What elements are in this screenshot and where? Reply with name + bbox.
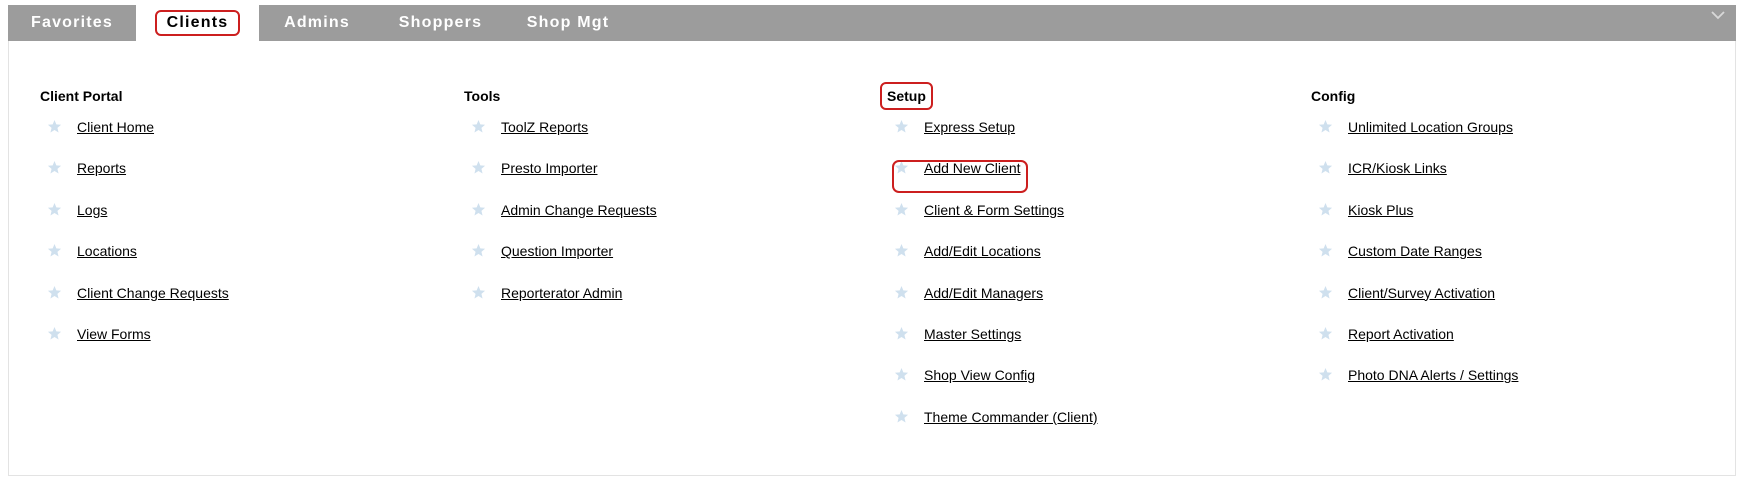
star-icon[interactable]	[894, 160, 909, 175]
menu-link[interactable]: Reporterator Admin	[501, 285, 622, 301]
menu-link[interactable]: Theme Commander (Client)	[924, 409, 1098, 425]
column-setup: Setup Express Setup Add New Client Client …	[880, 82, 1098, 425]
star-icon[interactable]	[1318, 285, 1333, 300]
menu-link[interactable]: Client Change Requests	[77, 285, 229, 301]
star-icon[interactable]	[47, 285, 62, 300]
menu-link[interactable]: Unlimited Location Groups	[1348, 119, 1513, 135]
column-heading: Setup	[880, 82, 933, 110]
star-icon[interactable]	[47, 119, 62, 134]
star-icon[interactable]	[1318, 160, 1333, 175]
menu-link[interactable]: View Forms	[77, 326, 151, 342]
star-icon[interactable]	[47, 243, 62, 258]
chevron-down-icon[interactable]	[1708, 7, 1728, 23]
star-icon[interactable]	[471, 119, 486, 134]
menu-link[interactable]: Presto Importer	[501, 160, 597, 176]
menu-link[interactable]: Shop View Config	[924, 367, 1035, 383]
main-tab-bar: Favorites Clients Admins Shoppers Shop M…	[8, 5, 1736, 41]
tab-shoppers[interactable]: Shoppers	[375, 5, 506, 41]
star-icon[interactable]	[47, 326, 62, 341]
menu-panel	[8, 5, 1736, 476]
star-icon[interactable]	[894, 409, 909, 424]
tab-label: Clients	[154, 10, 241, 36]
column-client-portal: Client Portal Client Home Reports Logs Loca…	[40, 85, 229, 342]
menu-link[interactable]: Locations	[77, 243, 137, 259]
menu-link[interactable]: Add/Edit Locations	[924, 243, 1041, 259]
column-heading: Config	[1311, 88, 1356, 104]
menu-link[interactable]: Express Setup	[924, 119, 1015, 135]
star-icon[interactable]	[471, 285, 486, 300]
menu-link[interactable]: ICR/Kiosk Links	[1348, 160, 1447, 176]
star-icon[interactable]	[1318, 367, 1333, 382]
menu-link[interactable]: ToolZ Reports	[501, 119, 588, 135]
menu-link[interactable]: Admin Change Requests	[501, 202, 657, 218]
tab-shop-mgt[interactable]: Shop Mgt	[506, 5, 630, 41]
menu-link[interactable]: Master Settings	[924, 326, 1021, 342]
menu-link[interactable]: Reports	[77, 160, 126, 176]
column-config: Config Unlimited Location Groups ICR/Kios…	[1311, 85, 1518, 383]
column-tools: Tools ToolZ Reports Presto Importer Admin …	[464, 85, 657, 301]
menu-link[interactable]: Client/Survey Activation	[1348, 285, 1495, 301]
column-heading: Tools	[464, 88, 501, 104]
star-icon[interactable]	[894, 326, 909, 341]
star-icon[interactable]	[1318, 202, 1333, 217]
tab-label: Shoppers	[398, 14, 483, 31]
star-icon[interactable]	[894, 202, 909, 217]
star-icon[interactable]	[894, 285, 909, 300]
menu-link[interactable]: Custom Date Ranges	[1348, 243, 1482, 259]
star-icon[interactable]	[1318, 243, 1333, 258]
star-icon[interactable]	[1318, 119, 1333, 134]
menu-link[interactable]: Kiosk Plus	[1348, 202, 1413, 218]
menu-link[interactable]: Report Activation	[1348, 326, 1454, 342]
tab-favorites[interactable]: Favorites	[8, 5, 136, 41]
star-icon[interactable]	[471, 243, 486, 258]
tab-label: Favorites	[31, 14, 113, 31]
menu-link[interactable]: Add/Edit Managers	[924, 285, 1043, 301]
star-icon[interactable]	[894, 367, 909, 382]
tab-clients[interactable]: Clients	[136, 5, 259, 41]
menu-link[interactable]: Question Importer	[501, 243, 613, 259]
star-icon[interactable]	[1318, 326, 1333, 341]
menu-link[interactable]: Client Home	[77, 119, 154, 135]
star-icon[interactable]	[894, 243, 909, 258]
menu-link[interactable]: Photo DNA Alerts / Settings	[1348, 367, 1518, 383]
star-icon[interactable]	[894, 119, 909, 134]
tab-label: Admins	[284, 14, 350, 31]
star-icon[interactable]	[471, 202, 486, 217]
star-icon[interactable]	[471, 160, 486, 175]
menu-link[interactable]: Logs	[77, 202, 107, 218]
tab-label: Shop Mgt	[526, 14, 610, 31]
star-icon[interactable]	[47, 202, 62, 217]
menu-link[interactable]: Add New Client	[924, 160, 1021, 176]
tab-admins[interactable]: Admins	[259, 5, 375, 41]
column-heading: Client Portal	[40, 88, 123, 104]
star-icon[interactable]	[47, 160, 62, 175]
menu-link[interactable]: Client & Form Settings	[924, 202, 1064, 218]
